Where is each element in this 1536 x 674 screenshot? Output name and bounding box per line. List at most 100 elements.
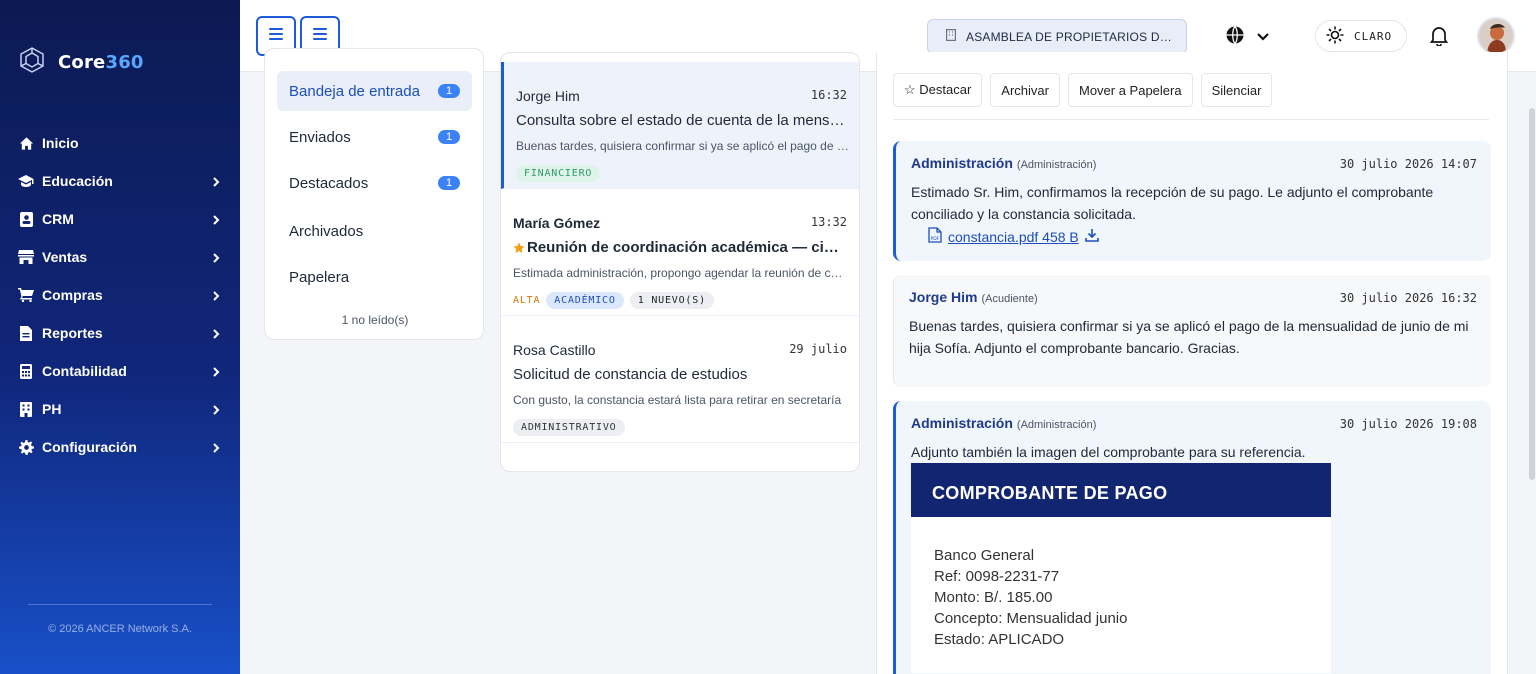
message-subject: Reunión de coordinación académica — cier…	[513, 239, 847, 256]
nav-item-ventas[interactable]: Ventas	[0, 238, 240, 276]
organization-selector[interactable]: ASAMBLEA DE PROPIETARIOS DE ...	[927, 19, 1187, 54]
message-time: 29 julio	[789, 342, 847, 356]
gear-icon	[18, 439, 34, 455]
nav-item-educacion[interactable]: Educación	[0, 162, 240, 200]
nav-item-configuracion[interactable]: Configuración	[0, 428, 240, 466]
scrollbar[interactable]	[1529, 108, 1535, 480]
report-icon	[18, 325, 34, 341]
tag-badge: ACADÉMICO	[546, 292, 624, 309]
thread-sender-role: (Administración)	[1016, 159, 1097, 171]
message-item[interactable]: Rosa Castillo 29 julio Solicitud de cons…	[501, 316, 859, 443]
message-actions: ☆ Destacar Archivar Mover a Papelera Sil…	[893, 73, 1273, 107]
organization-name: ASAMBLEA DE PROPIETARIOS DE ...	[966, 29, 1174, 44]
thread-sender: Jorge Him	[909, 289, 978, 305]
nav-item-reportes[interactable]: Reportes	[0, 314, 240, 352]
building-icon	[946, 29, 957, 44]
nav-item-contabilidad[interactable]: Contabilidad	[0, 352, 240, 390]
message-sender: Jorge Him	[516, 88, 580, 104]
thread-body: Buenas tardes, quisiera confirmar si ya …	[909, 318, 1469, 356]
tag-badge: FINANCIERO	[516, 165, 601, 182]
home-icon	[18, 135, 34, 151]
chevron-right-icon	[210, 175, 222, 187]
notifications-button[interactable]	[1429, 26, 1452, 50]
chevron-right-icon	[210, 213, 222, 225]
folder-starred[interactable]: Destacados 1	[277, 163, 472, 203]
chevron-right-icon	[210, 251, 222, 263]
folder-trash[interactable]: Papelera	[277, 257, 472, 297]
chevron-right-icon	[210, 327, 222, 339]
language-selector[interactable]	[1226, 26, 1270, 49]
thread-sender: Administración	[911, 155, 1013, 171]
message-subject: Consulta sobre el estado de cuenta de la…	[516, 112, 850, 129]
message-time: 16:32	[810, 88, 847, 102]
store-icon	[18, 249, 34, 265]
theme-label: CLARO	[1354, 29, 1393, 43]
thread-date: 30 julio 2026 16:32	[1339, 291, 1477, 305]
pdf-file-icon: PDF	[928, 227, 942, 246]
cart-icon	[18, 287, 34, 303]
chevron-down-icon	[1256, 29, 1270, 47]
theme-toggle[interactable]: CLARO	[1315, 20, 1407, 52]
message-subject: Solicitud de constancia de estudios	[513, 366, 748, 383]
graduation-cap-icon	[18, 173, 34, 189]
attachment-name: constancia.pdf 458 B	[948, 228, 1079, 245]
message-preview: Con gusto, la constancia estará lista pa…	[513, 393, 842, 407]
receipt-title: COMPROBANTE DE PAGO	[911, 463, 1331, 517]
message-sender: María Gómez	[513, 215, 601, 231]
copyright: © 2026 ANCER Network S.A.	[48, 623, 192, 635]
count-badge: 1	[438, 176, 460, 190]
chevron-right-icon	[210, 403, 222, 415]
count-badge: 1	[438, 130, 460, 144]
chevron-right-icon	[210, 365, 222, 377]
message-item[interactable]: Jorge Him 16:32 Consulta sobre el estado…	[501, 62, 859, 189]
user-avatar[interactable]	[1477, 17, 1515, 55]
nav-item-ph[interactable]: PH	[0, 390, 240, 428]
thread-date: 30 julio 2026 19:08	[1339, 417, 1477, 431]
thread-date: 30 julio 2026 14:07	[1339, 157, 1477, 171]
message-time: 13:32	[810, 215, 847, 229]
message-preview: Estimada administración, propongo agenda…	[513, 266, 847, 280]
bell-icon	[1429, 27, 1449, 50]
thread-message: Administración (Administración) 30 julio…	[893, 401, 1491, 674]
sidebar: Core360 Inicio Educación CRM Ventas Comp…	[0, 0, 240, 674]
thread-message-header: Administración (Administración) 30 julio…	[911, 155, 1477, 171]
archive-button[interactable]: Archivar	[990, 73, 1060, 107]
menu-icon	[269, 27, 283, 45]
thread-body: Adjunto también la imagen del comprobant…	[911, 444, 1306, 460]
message-sender: Rosa Castillo	[513, 342, 596, 358]
download-icon	[1084, 228, 1099, 245]
message-tags: ADMINISTRATIVO	[513, 419, 625, 436]
attachment-link[interactable]: PDF constancia.pdf 458 B	[928, 227, 1099, 246]
thread-message: Administración (Administración) 30 julio…	[893, 141, 1491, 261]
thread-message: Jorge Him (Acudiente) 30 julio 2026 16:3…	[893, 275, 1491, 387]
nav-item-inicio[interactable]: Inicio	[0, 124, 240, 162]
new-count-badge: 1 NUEVO(S)	[629, 292, 714, 309]
folder-sent[interactable]: Enviados 1	[277, 117, 472, 157]
star-button[interactable]: ☆ Destacar	[893, 73, 983, 107]
folder-archived[interactable]: Archivados	[277, 211, 472, 251]
tag-badge: ADMINISTRATIVO	[513, 419, 625, 436]
svg-text:PDF: PDF	[931, 236, 940, 242]
star-icon	[513, 242, 525, 254]
globe-icon	[1226, 26, 1244, 49]
unread-count: 1 no leído(s)	[341, 313, 409, 327]
mute-button[interactable]: Silenciar	[1200, 73, 1273, 107]
thread-sender-role: (Administración)	[1016, 419, 1097, 431]
main-nav: Inicio Educación CRM Ventas Compras Repo…	[0, 124, 240, 466]
receipt-details: Banco General Ref: 0098-2231-77 Monto: B…	[934, 547, 1128, 648]
folder-inbox[interactable]: Bandeja de entrada 1	[277, 71, 472, 111]
thread-body: Estimado Sr. Him, confirmamos la recepci…	[911, 184, 1434, 222]
receipt-image[interactable]: COMPROBANTE DE PAGO Banco General Ref: 0…	[911, 463, 1331, 673]
thread-sender: Administración	[911, 415, 1013, 431]
message-item[interactable]: María Gómez 13:32 Reunión de coordinació…	[501, 189, 859, 316]
nav-item-compras[interactable]: Compras	[0, 276, 240, 314]
sidebar-divider	[28, 604, 212, 605]
count-badge: 1	[438, 84, 460, 98]
thread-message-header: Jorge Him (Acudiente) 30 julio 2026 16:3…	[909, 289, 1477, 305]
priority-label: ALTA	[513, 295, 541, 306]
brand-logo[interactable]: Core360	[18, 46, 144, 79]
move-to-trash-button[interactable]: Mover a Papelera	[1067, 73, 1193, 107]
nav-item-crm[interactable]: CRM	[0, 200, 240, 238]
building-icon	[18, 401, 34, 417]
hexagon-logo-icon	[18, 46, 46, 79]
